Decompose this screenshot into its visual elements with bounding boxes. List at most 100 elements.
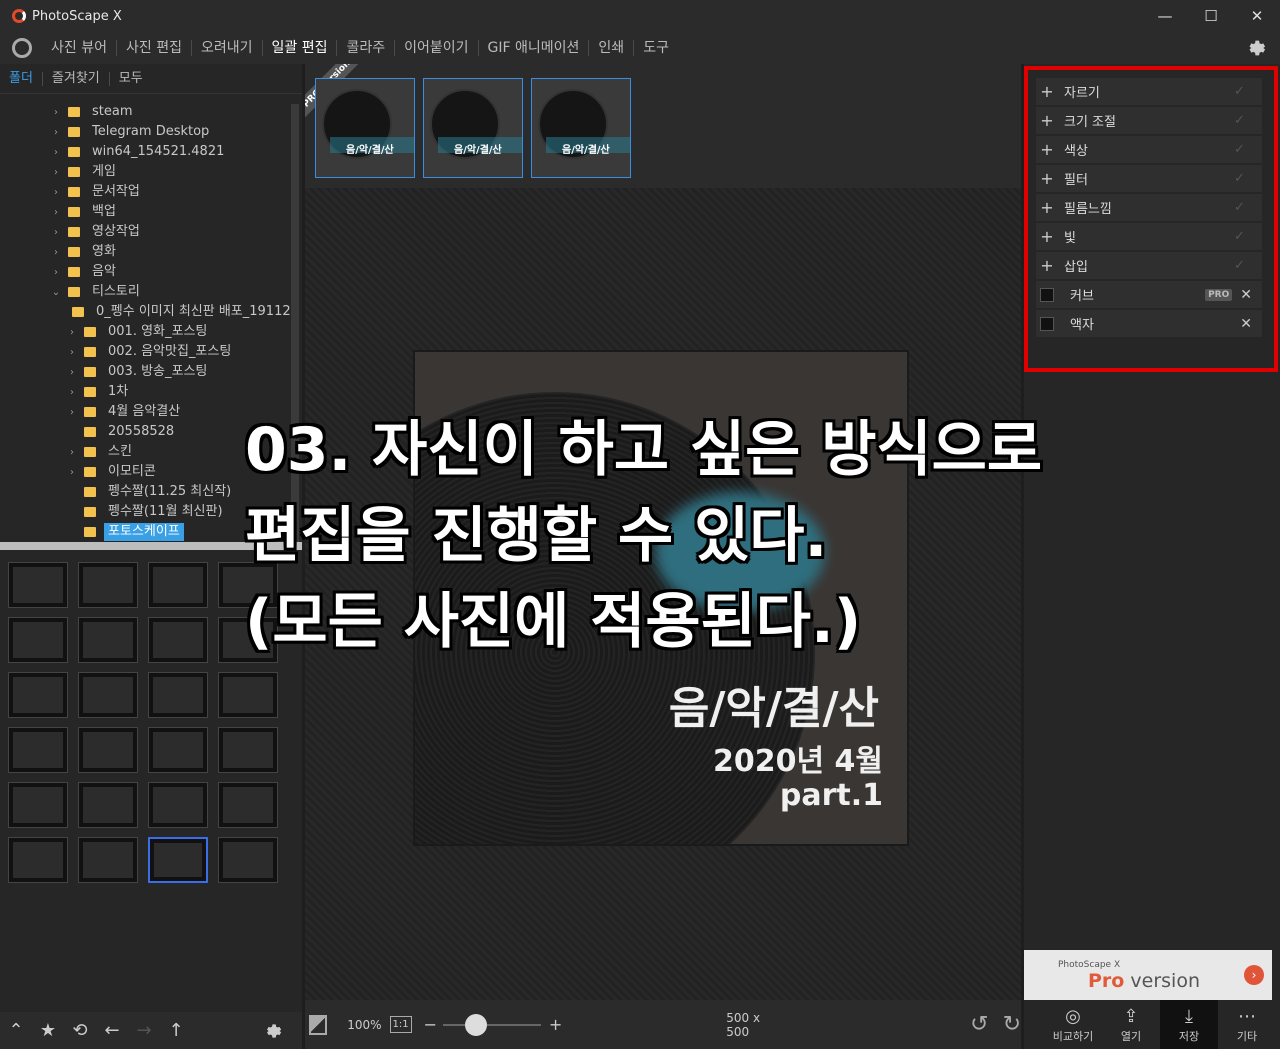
forward-arrow-icon[interactable]: → [128, 1020, 160, 1041]
settings-gear-icon[interactable] [1244, 37, 1266, 59]
photo-thumbnail[interactable] [218, 672, 278, 718]
batch-thumb[interactable]: 음/악/결/산 [531, 78, 631, 178]
expand-arrow-icon[interactable]: › [66, 447, 78, 458]
photo-thumbnail[interactable] [8, 727, 68, 773]
menu-tools[interactable]: 도구 [633, 40, 678, 56]
folder-tree-item[interactable]: › 영상작업 [0, 222, 292, 242]
more-button[interactable]: ⋯ 기타 [1218, 1000, 1276, 1049]
photo-thumbnail[interactable] [218, 837, 278, 883]
folder-tree-item[interactable]: › win64_154521.4821 [0, 142, 292, 162]
zoom-slider-handle[interactable] [465, 1013, 488, 1036]
photo-thumbnail[interactable] [8, 562, 68, 608]
expand-arrow-icon[interactable]: › [66, 327, 78, 338]
expand-arrow-icon[interactable]: › [50, 127, 62, 138]
photo-thumbnail[interactable] [218, 782, 278, 828]
folder-tree-item[interactable]: › 문서작업 [0, 182, 292, 202]
maximize-button[interactable]: ☐ [1188, 0, 1234, 32]
compare-split-icon[interactable] [309, 1014, 328, 1035]
menu-combine[interactable]: 이어붙이기 [394, 40, 477, 56]
folder-tree-item[interactable]: › 002. 음악맛집_포스팅 [0, 342, 292, 362]
folder-tree-item[interactable]: 펭수짤(11.25 최신작) [0, 482, 292, 502]
folder-tree-item[interactable]: › 백업 [0, 202, 292, 222]
photo-thumbnail[interactable] [78, 617, 138, 663]
folder-tree-item[interactable]: › 영화 [0, 242, 292, 262]
menu-gif[interactable]: GIF 애니메이션 [477, 40, 589, 56]
compare-button[interactable]: ◎ 비교하기 [1044, 1000, 1102, 1049]
menu-batch-edit[interactable]: 일괄 편집 [261, 40, 337, 56]
expand-arrow-icon[interactable]: › [50, 147, 62, 158]
photo-thumbnail[interactable] [8, 782, 68, 828]
photo-thumbnail[interactable] [148, 672, 208, 718]
open-button[interactable]: ⇪ 열기 [1102, 1000, 1160, 1049]
back-arrow-icon[interactable]: ← [96, 1020, 128, 1041]
expand-arrow-icon[interactable]: › [50, 227, 62, 238]
folder-tree-item[interactable]: › 게임 [0, 162, 292, 182]
menu-print[interactable]: 인쇄 [588, 40, 633, 56]
photo-thumbnail[interactable] [8, 617, 68, 663]
photo-thumbnail[interactable] [8, 837, 68, 883]
photo-thumbnail[interactable] [78, 782, 138, 828]
browser-toolbar: ⌃ ★ ⟲ ← → ↑ [0, 1012, 302, 1049]
folder-tree-item[interactable]: ⌄ 티스토리 [0, 282, 292, 302]
expand-arrow-icon[interactable]: ⌄ [50, 287, 62, 298]
up-arrow-icon[interactable]: ↑ [160, 1020, 192, 1041]
rotate-left-icon[interactable]: ↺ [970, 1012, 988, 1037]
expand-arrow-icon[interactable]: › [50, 207, 62, 218]
ad-next-icon[interactable]: › [1244, 965, 1264, 985]
menu-photo-viewer[interactable]: 사진 뷰어 [42, 40, 116, 56]
menu-collage[interactable]: 콜라주 [336, 40, 394, 56]
minimize-button[interactable]: — [1142, 0, 1188, 32]
home-logo-icon[interactable] [12, 38, 32, 58]
tab-all[interactable]: 모두 [108, 71, 152, 86]
menu-photo-editor[interactable]: 사진 편집 [115, 40, 191, 56]
zoom-slider[interactable] [443, 1013, 541, 1036]
photo-thumbnail[interactable] [78, 727, 138, 773]
photo-thumbnail[interactable] [148, 837, 208, 883]
tab-favorites[interactable]: 즐겨찾기 [41, 71, 109, 86]
menu-cut-out[interactable]: 오려내기 [190, 40, 262, 56]
expand-arrow-icon[interactable]: › [50, 267, 62, 278]
browser-settings-icon[interactable] [262, 1021, 282, 1041]
zoom-in-button[interactable]: + [549, 1015, 562, 1034]
photo-thumbnail[interactable] [148, 782, 208, 828]
expand-arrow-icon[interactable]: › [66, 367, 78, 378]
save-button[interactable]: ⤓ 저장 [1160, 1000, 1218, 1049]
photo-thumbnail[interactable] [148, 617, 208, 663]
photo-thumbnail[interactable] [78, 672, 138, 718]
star-icon[interactable]: ★ [32, 1020, 64, 1041]
folder-tree-item[interactable]: › Telegram Desktop [0, 122, 292, 142]
folder-tree-item[interactable]: › 1차 [0, 382, 292, 402]
expand-arrow-icon[interactable]: › [66, 347, 78, 358]
folder-tree-item[interactable]: › 003. 방송_포스팅 [0, 362, 292, 382]
expand-arrow-icon[interactable]: › [66, 467, 78, 478]
expand-arrow-icon[interactable]: › [50, 187, 62, 198]
pro-version-ad[interactable]: PhotoScape X Pro version › [1024, 950, 1272, 1000]
photo-thumbnail[interactable] [78, 837, 138, 883]
collapse-icon[interactable]: ⌃ [0, 1020, 32, 1041]
folder-tree-item[interactable]: › 음악 [0, 262, 292, 282]
zoom-out-button[interactable]: − [424, 1015, 437, 1034]
batch-thumb[interactable]: 음/악/결/산 [423, 78, 523, 178]
rotate-right-icon[interactable]: ↻ [1003, 1012, 1021, 1037]
photo-thumbnail[interactable] [8, 672, 68, 718]
folder-tree-item[interactable]: › 001. 영화_포스팅 [0, 322, 292, 342]
refresh-icon[interactable]: ⟲ [64, 1020, 96, 1041]
expand-arrow-icon[interactable]: › [50, 167, 62, 178]
expand-arrow-icon[interactable]: › [50, 107, 62, 118]
folder-label: win64_154521.4821 [92, 144, 225, 159]
tab-folders[interactable]: 폴더 [0, 71, 42, 86]
folder-tree-item[interactable]: 0_펭수 이미지 최신판 배포_191125 [0, 302, 292, 322]
folder-tree-item[interactable]: › steam [0, 102, 292, 122]
photo-thumbnail[interactable] [218, 727, 278, 773]
expand-arrow-icon[interactable]: › [66, 407, 78, 418]
expand-arrow-icon[interactable]: › [50, 247, 62, 258]
close-button[interactable]: ✕ [1234, 0, 1280, 32]
zoom-percent[interactable]: 100% [347, 1018, 381, 1032]
folder-icon [84, 387, 96, 397]
zoom-actual-size-button[interactable]: 1:1 [389, 1016, 412, 1033]
batch-thumb[interactable]: 음/악/결/산 [315, 78, 415, 178]
expand-arrow-icon[interactable]: › [66, 387, 78, 398]
photo-thumbnail[interactable] [148, 727, 208, 773]
photo-thumbnail[interactable] [148, 562, 208, 608]
photo-thumbnail[interactable] [78, 562, 138, 608]
